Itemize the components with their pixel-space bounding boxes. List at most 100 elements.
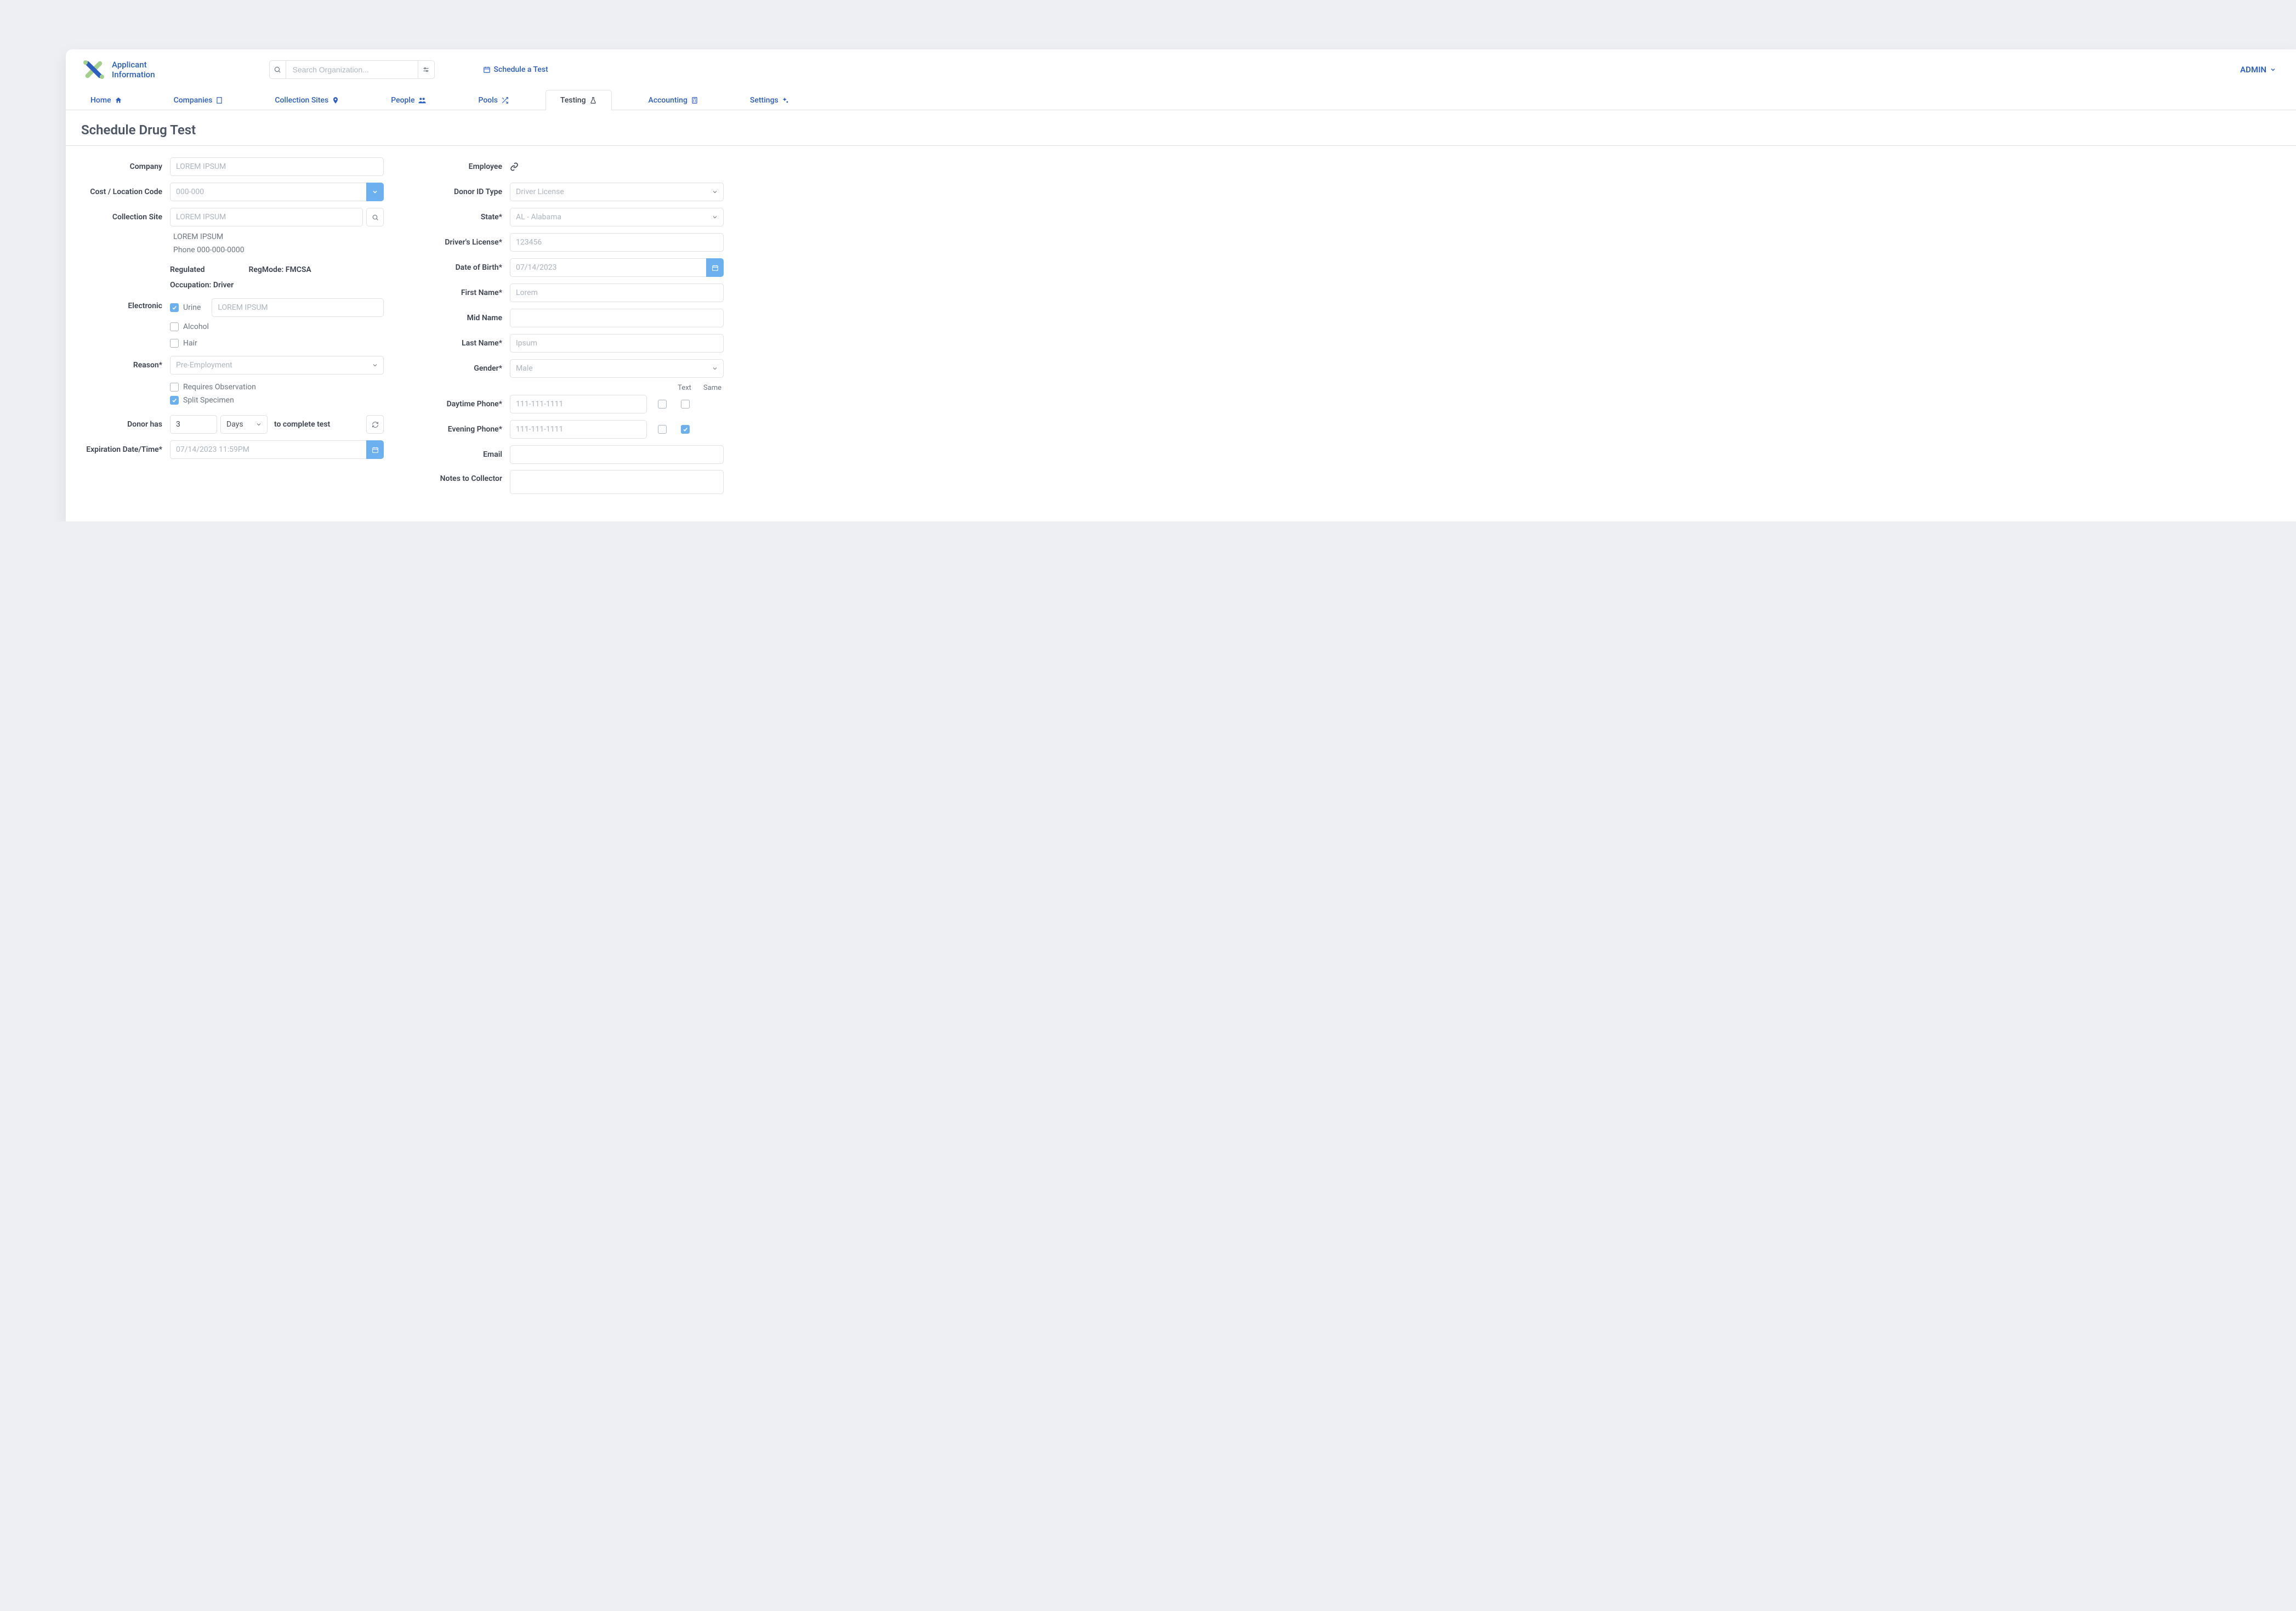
schedule-test-link[interactable]: Schedule a Test <box>483 65 548 74</box>
regmode-text: RegMode: FMCSA <box>248 262 311 277</box>
gender-select[interactable]: Male <box>510 359 724 378</box>
col-same-label: Same <box>703 384 721 392</box>
daytime-same-checkbox[interactable] <box>681 400 690 409</box>
requires-observation-checkbox[interactable] <box>170 383 179 392</box>
form-area: Company Cost / Location Code <box>66 157 2296 521</box>
donor-has-label: Donor has <box>77 420 170 429</box>
expiration-label: Expiration Date/Time* <box>77 445 170 454</box>
collection-site-input[interactable] <box>170 208 363 226</box>
evening-text-checkbox[interactable] <box>658 425 667 434</box>
company-label: Company <box>77 162 170 171</box>
daytime-phone-label: Daytime Phone* <box>417 400 510 409</box>
alcohol-checkbox[interactable] <box>170 322 179 331</box>
chevron-down-icon <box>372 189 378 195</box>
home-icon <box>115 97 122 104</box>
urine-label: Urine <box>183 303 201 312</box>
link-icon <box>510 162 519 171</box>
hair-checkbox[interactable] <box>170 339 179 348</box>
cost-code-input[interactable] <box>170 183 366 201</box>
cost-code-dropdown-button[interactable] <box>366 183 384 201</box>
state-select[interactable]: AL - Alabama <box>510 208 724 226</box>
company-input[interactable] <box>170 157 384 176</box>
dob-calendar-button[interactable] <box>706 258 724 277</box>
search-icon[interactable] <box>270 61 286 78</box>
dob-input[interactable] <box>510 258 706 277</box>
expiration-calendar-button[interactable] <box>366 440 384 459</box>
refresh-button[interactable] <box>366 415 384 434</box>
tab-settings[interactable]: Settings <box>735 90 804 110</box>
last-name-input[interactable] <box>510 334 724 353</box>
hair-label: Hair <box>183 339 197 348</box>
calendar-icon <box>372 446 379 453</box>
calculator-icon <box>691 97 698 104</box>
form-col-right: Employee Donor ID Type Driver License <box>417 157 724 500</box>
brand-text: Applicant Information <box>112 60 155 80</box>
occupation-text: Occupation: Driver <box>170 277 384 293</box>
users-icon <box>418 97 427 104</box>
employee-link-button[interactable] <box>510 162 519 171</box>
pin-icon <box>332 97 339 104</box>
brand: Applicant Information <box>81 57 155 82</box>
daytime-text-checkbox[interactable] <box>658 400 667 409</box>
gender-label: Gender* <box>417 364 510 373</box>
admin-menu[interactable]: ADMIN <box>2240 65 2276 75</box>
split-specimen-checkbox[interactable] <box>170 396 179 405</box>
split-specimen-label: Split Specimen <box>183 396 234 405</box>
donor-id-type-select[interactable]: Driver License <box>510 183 724 201</box>
search-input[interactable] <box>286 61 418 78</box>
form-col-left: Company Cost / Location Code <box>77 157 384 500</box>
donor-has-suffix: to complete test <box>274 420 330 429</box>
collection-site-label: Collection Site <box>77 213 170 222</box>
col-text-label: Text <box>678 384 691 392</box>
tab-accounting[interactable]: Accounting <box>634 90 713 110</box>
shuffle-icon <box>501 97 509 104</box>
evening-same-checkbox[interactable] <box>681 425 690 434</box>
calendar-icon <box>712 264 719 271</box>
first-name-label: First Name* <box>417 288 510 297</box>
brand-logo-icon <box>81 57 106 82</box>
electronic-side-input[interactable] <box>212 298 384 317</box>
app-card: Applicant Information Schedule a Test <box>66 49 2296 521</box>
chevron-down-icon <box>2270 66 2276 73</box>
requires-observation-label: Requires Observation <box>183 383 256 392</box>
tab-people[interactable]: People <box>376 90 441 110</box>
mid-name-label: Mid Name <box>417 314 510 322</box>
donor-id-type-label: Donor ID Type <box>417 188 510 196</box>
flask-icon <box>589 97 597 104</box>
filter-icon[interactable] <box>418 61 434 78</box>
refresh-icon <box>372 421 379 428</box>
email-input[interactable] <box>510 445 724 464</box>
donor-has-qty-input[interactable] <box>170 415 217 434</box>
expiration-input[interactable] <box>170 440 366 459</box>
notes-textarea[interactable] <box>510 470 724 494</box>
tab-home[interactable]: Home <box>76 90 137 110</box>
building-icon <box>215 97 223 104</box>
tab-testing[interactable]: Testing <box>545 90 612 110</box>
employee-label: Employee <box>417 162 510 171</box>
nav-tabs: Home Companies Collection Sites People P… <box>66 90 2296 110</box>
page-title: Schedule Drug Test <box>66 110 2296 145</box>
collection-site-detail-2: Phone 000-000-0000 <box>170 243 384 257</box>
state-label: State* <box>417 213 510 222</box>
alcohol-label: Alcohol <box>183 322 209 331</box>
notes-label: Notes to Collector <box>417 470 510 483</box>
mid-name-input[interactable] <box>510 309 724 327</box>
daytime-phone-input[interactable] <box>510 395 647 413</box>
cost-code-label: Cost / Location Code <box>77 188 170 196</box>
donor-has-unit-select[interactable]: Days <box>220 415 268 434</box>
gears-icon <box>782 97 789 104</box>
driver-license-input[interactable] <box>510 233 724 252</box>
urine-checkbox[interactable] <box>170 303 179 312</box>
reason-label: Reason* <box>77 361 170 370</box>
evening-phone-input[interactable] <box>510 420 647 439</box>
dob-label: Date of Birth* <box>417 263 510 272</box>
collection-site-search-button[interactable] <box>366 208 384 226</box>
search-group <box>269 60 435 79</box>
tab-companies[interactable]: Companies <box>159 90 238 110</box>
first-name-input[interactable] <box>510 283 724 302</box>
email-label: Email <box>417 450 510 459</box>
regulated-text: Regulated <box>170 262 204 277</box>
reason-select[interactable]: Pre-Employment <box>170 356 384 375</box>
tab-pools[interactable]: Pools <box>463 90 524 110</box>
tab-collection-sites[interactable]: Collection Sites <box>260 90 354 110</box>
